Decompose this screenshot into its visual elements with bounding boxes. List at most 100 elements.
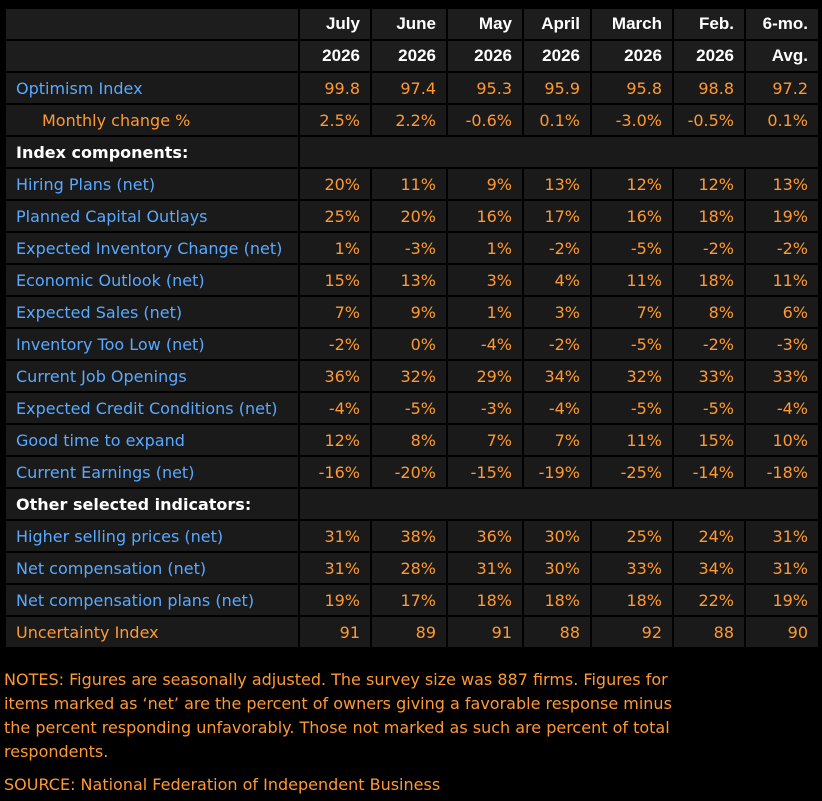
table-row: Planned Capital Outlays 25% 20% 16% 17% 16% 18… bbox=[6, 201, 818, 231]
value-cell: 38% bbox=[372, 521, 446, 551]
value-cell: 95.8 bbox=[592, 73, 672, 103]
value-cell: 0.1% bbox=[524, 105, 590, 135]
row-label: Expected Sales (net) bbox=[6, 297, 298, 327]
value-cell: 25% bbox=[300, 201, 370, 231]
header-blank-cell bbox=[6, 41, 298, 71]
table-row: Good time to expand 12% 8% 7% 7% 11% 15% 10% bbox=[6, 425, 818, 455]
value-cell: 97.2 bbox=[746, 73, 818, 103]
table-row: Current Earnings (net) -16% -20% -15% -19% -2… bbox=[6, 457, 818, 487]
value-cell: -16% bbox=[300, 457, 370, 487]
value-cell: 11% bbox=[592, 425, 672, 455]
value-cell: 92 bbox=[592, 617, 672, 647]
value-cell: -4% bbox=[300, 393, 370, 423]
value-cell: 31% bbox=[746, 553, 818, 583]
value-cell: -25% bbox=[592, 457, 672, 487]
table-row: Uncertainty Index 91 89 91 88 92 88 90 bbox=[6, 617, 818, 647]
value-cell: 0% bbox=[372, 329, 446, 359]
column-header-bottom: 2026 bbox=[372, 41, 446, 71]
value-cell: 88 bbox=[674, 617, 744, 647]
value-cell: -19% bbox=[524, 457, 590, 487]
column-header-top: March bbox=[592, 9, 672, 39]
column-header-bottom: 2026 bbox=[300, 41, 370, 71]
value-cell: 11% bbox=[592, 265, 672, 295]
row-label: Expected Credit Conditions (net) bbox=[6, 393, 298, 423]
value-cell: 16% bbox=[448, 201, 522, 231]
row-label: Uncertainty Index bbox=[6, 617, 298, 647]
table-row: Net compensation (net) 31% 28% 31% 30% 33% 34%… bbox=[6, 553, 818, 583]
value-cell: 8% bbox=[674, 297, 744, 327]
value-cell: 3% bbox=[448, 265, 522, 295]
row-label: Net compensation (net) bbox=[6, 553, 298, 583]
table-row: Optimism Index 99.8 97.4 95.3 95.9 95.8 98.8 97… bbox=[6, 73, 818, 103]
column-header-bottom: 2026 bbox=[524, 41, 590, 71]
value-cell: 98.8 bbox=[674, 73, 744, 103]
value-cell: 19% bbox=[300, 585, 370, 615]
value-cell: 12% bbox=[300, 425, 370, 455]
value-cell: 32% bbox=[592, 361, 672, 391]
value-cell: -0.6% bbox=[448, 105, 522, 135]
value-cell: -20% bbox=[372, 457, 446, 487]
value-cell: 3% bbox=[524, 297, 590, 327]
row-label: Planned Capital Outlays bbox=[6, 201, 298, 231]
value-cell: 31% bbox=[300, 521, 370, 551]
value-cell: 29% bbox=[448, 361, 522, 391]
header-row-top: July June May April March Feb. 6-mo. bbox=[6, 9, 818, 39]
value-cell: -0.5% bbox=[674, 105, 744, 135]
value-cell: -4% bbox=[448, 329, 522, 359]
value-cell: 33% bbox=[746, 361, 818, 391]
value-cell: -5% bbox=[592, 329, 672, 359]
value-cell: 2.5% bbox=[300, 105, 370, 135]
value-cell: -3% bbox=[372, 233, 446, 263]
section-label: Other selected indicators: bbox=[6, 489, 298, 519]
value-cell: 25% bbox=[592, 521, 672, 551]
row-label: Hiring Plans (net) bbox=[6, 169, 298, 199]
value-cell: -5% bbox=[674, 393, 744, 423]
header-row-bottom: 2026 2026 2026 2026 2026 2026 Avg. bbox=[6, 41, 818, 71]
column-header-top: June bbox=[372, 9, 446, 39]
value-cell: -4% bbox=[746, 393, 818, 423]
value-cell: 12% bbox=[592, 169, 672, 199]
column-header-bottom: 2026 bbox=[674, 41, 744, 71]
value-cell: 99.8 bbox=[300, 73, 370, 103]
row-label: Current Earnings (net) bbox=[6, 457, 298, 487]
value-cell: 30% bbox=[524, 521, 590, 551]
section-fill-cell bbox=[300, 137, 818, 167]
value-cell: 8% bbox=[372, 425, 446, 455]
value-cell: 1% bbox=[448, 233, 522, 263]
value-cell: 34% bbox=[524, 361, 590, 391]
table-row: Current Job Openings 36% 32% 29% 34% 32% 33% 33… bbox=[6, 361, 818, 391]
section-header-row: Other selected indicators: bbox=[6, 489, 818, 519]
table-row: Monthly change % 2.5% 2.2% -0.6% 0.1% -3.0% -0… bbox=[6, 105, 818, 135]
table-row: Economic Outlook (net) 15% 13% 3% 4% 11% 18% 11… bbox=[6, 265, 818, 295]
value-cell: 7% bbox=[524, 425, 590, 455]
value-cell: 31% bbox=[300, 553, 370, 583]
table-row: Expected Inventory Change (net) 1% -3% 1% -2… bbox=[6, 233, 818, 263]
row-label: Current Job Openings bbox=[6, 361, 298, 391]
table-row: Expected Credit Conditions (net) -4% -5% -3… bbox=[6, 393, 818, 423]
value-cell: 7% bbox=[592, 297, 672, 327]
column-header-top: Feb. bbox=[674, 9, 744, 39]
value-cell: 17% bbox=[524, 201, 590, 231]
section-label: Index components: bbox=[6, 137, 298, 167]
value-cell: 91 bbox=[300, 617, 370, 647]
value-cell: 36% bbox=[300, 361, 370, 391]
value-cell: -4% bbox=[524, 393, 590, 423]
table-row: Higher selling prices (net) 31% 38% 36% 30% 2… bbox=[6, 521, 818, 551]
column-header-bottom: 2026 bbox=[448, 41, 522, 71]
table-row: Hiring Plans (net) 20% 11% 9% 13% 12% 12% 13% bbox=[6, 169, 818, 199]
value-cell: 15% bbox=[674, 425, 744, 455]
value-cell: 9% bbox=[448, 169, 522, 199]
value-cell: 95.9 bbox=[524, 73, 590, 103]
column-header-top: April bbox=[524, 9, 590, 39]
value-cell: 4% bbox=[524, 265, 590, 295]
row-label: Higher selling prices (net) bbox=[6, 521, 298, 551]
section-header-row: Index components: bbox=[6, 137, 818, 167]
value-cell: 6% bbox=[746, 297, 818, 327]
value-cell: -3% bbox=[448, 393, 522, 423]
row-label: Optimism Index bbox=[6, 73, 298, 103]
column-header-bottom: 2026 bbox=[592, 41, 672, 71]
column-header-top: July bbox=[300, 9, 370, 39]
value-cell: -5% bbox=[592, 233, 672, 263]
value-cell: 31% bbox=[448, 553, 522, 583]
value-cell: 13% bbox=[524, 169, 590, 199]
